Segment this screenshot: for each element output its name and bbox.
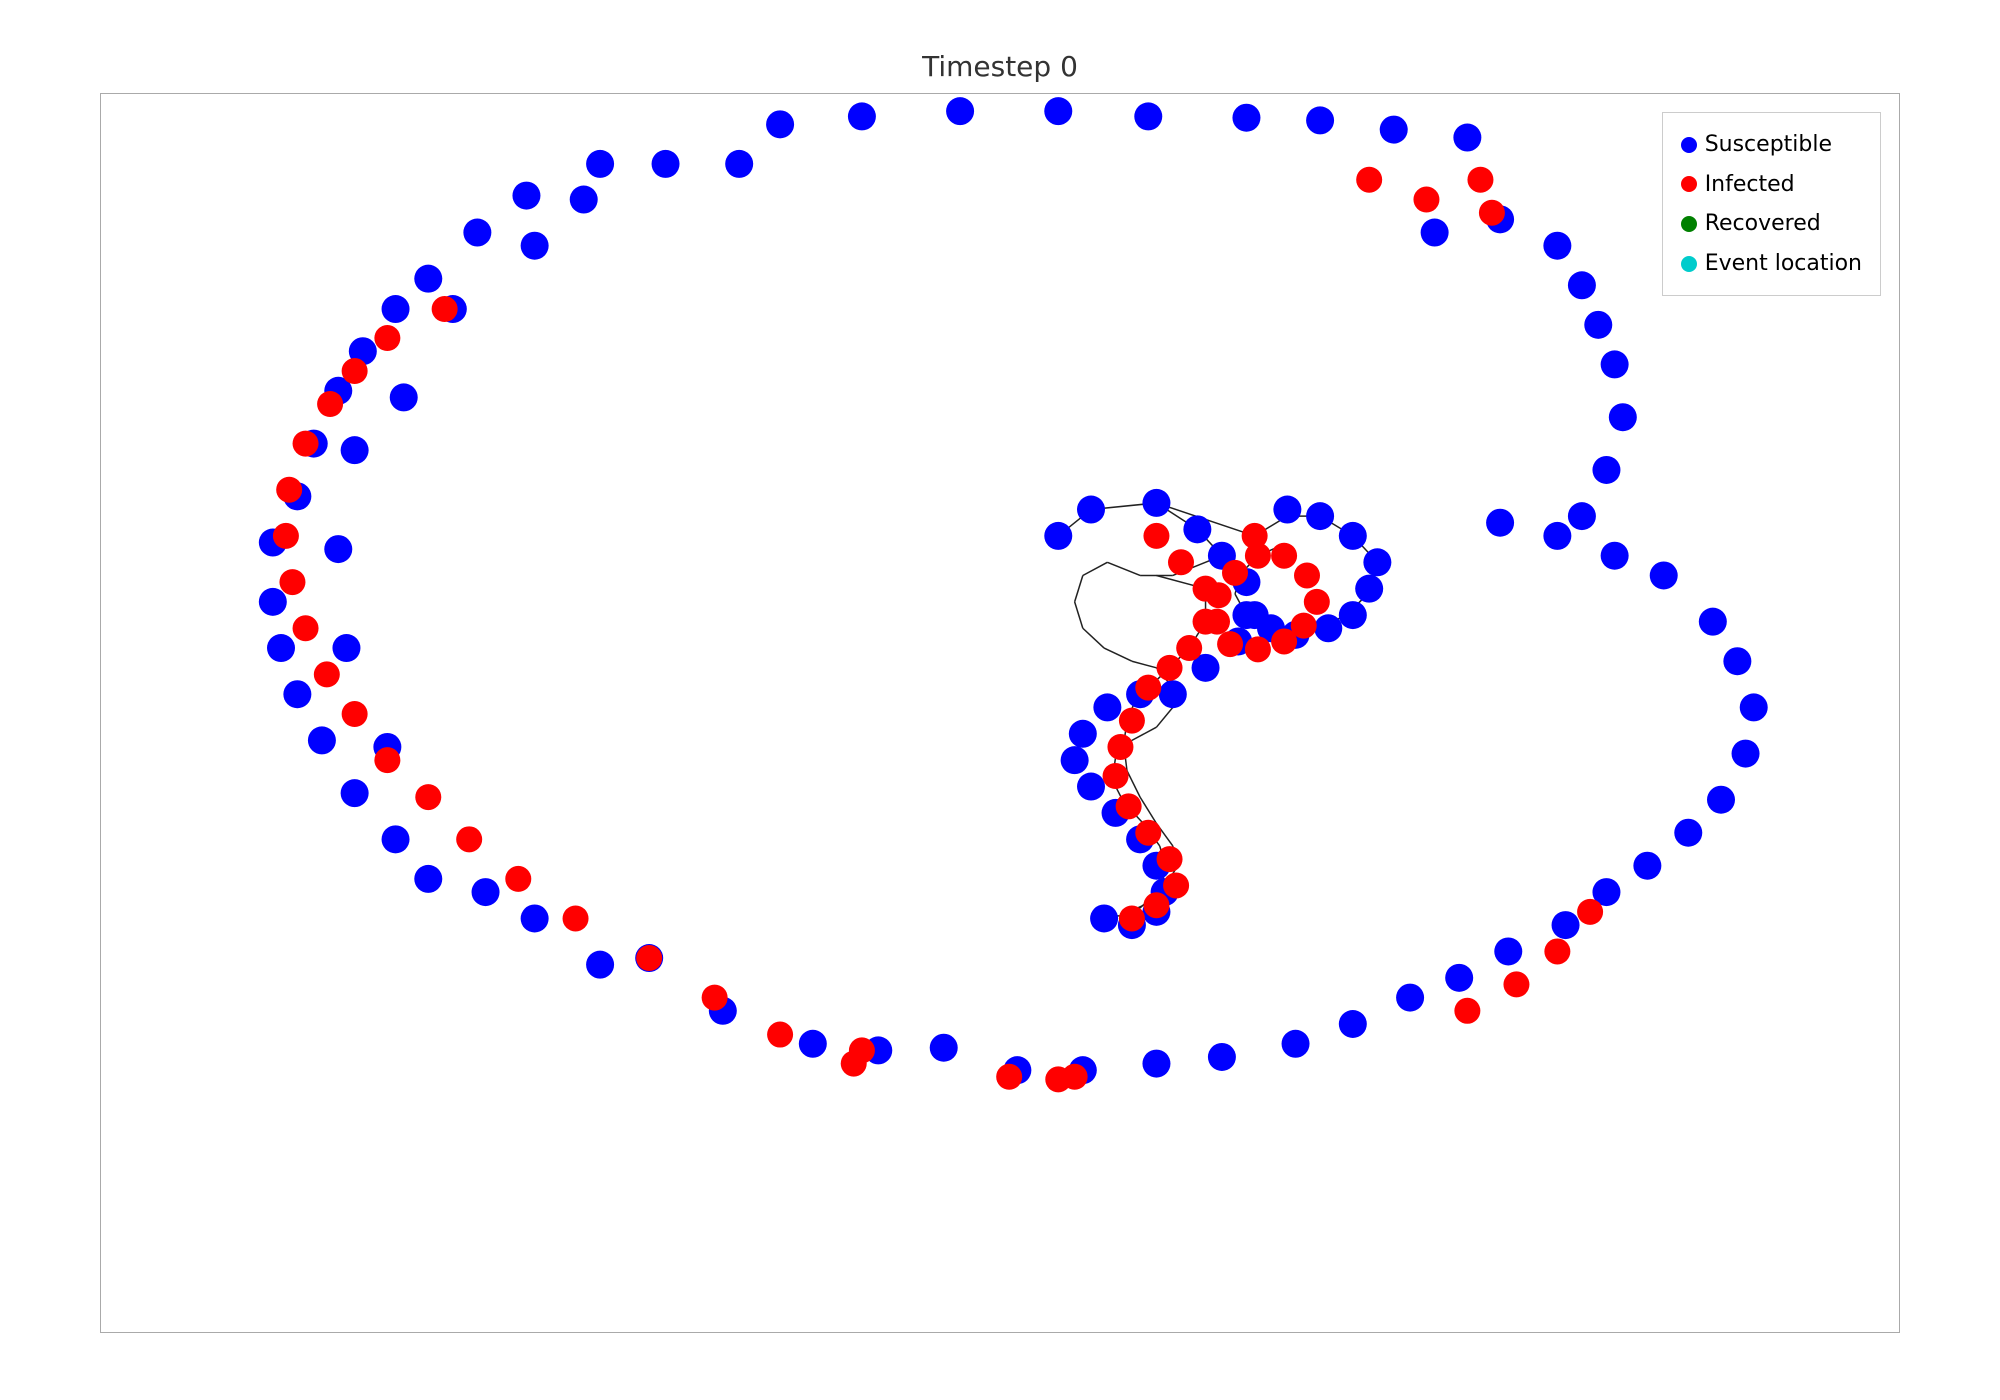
recovered-label: Recovered <box>1705 204 1821 244</box>
plot-svg <box>101 94 1899 1332</box>
legend-recovered: Recovered <box>1681 204 1862 244</box>
chart-area: Susceptible Infected Recovered Event loc… <box>100 93 1900 1333</box>
chart-title: Timestep 0 <box>922 50 1078 83</box>
infected-dot <box>1681 176 1697 192</box>
infected-label: Infected <box>1705 165 1795 205</box>
legend-infected: Infected <box>1681 165 1862 205</box>
event-dot <box>1681 256 1697 272</box>
legend-susceptible: Susceptible <box>1681 125 1862 165</box>
event-label: Event location <box>1705 244 1862 284</box>
susceptible-dot <box>1681 137 1697 153</box>
susceptible-label: Susceptible <box>1705 125 1832 165</box>
legend: Susceptible Infected Recovered Event loc… <box>1662 112 1881 296</box>
chart-container: Timestep 0 Susceptible Infected Recovere… <box>50 50 1950 1350</box>
recovered-dot <box>1681 216 1697 232</box>
legend-event: Event location <box>1681 244 1862 284</box>
